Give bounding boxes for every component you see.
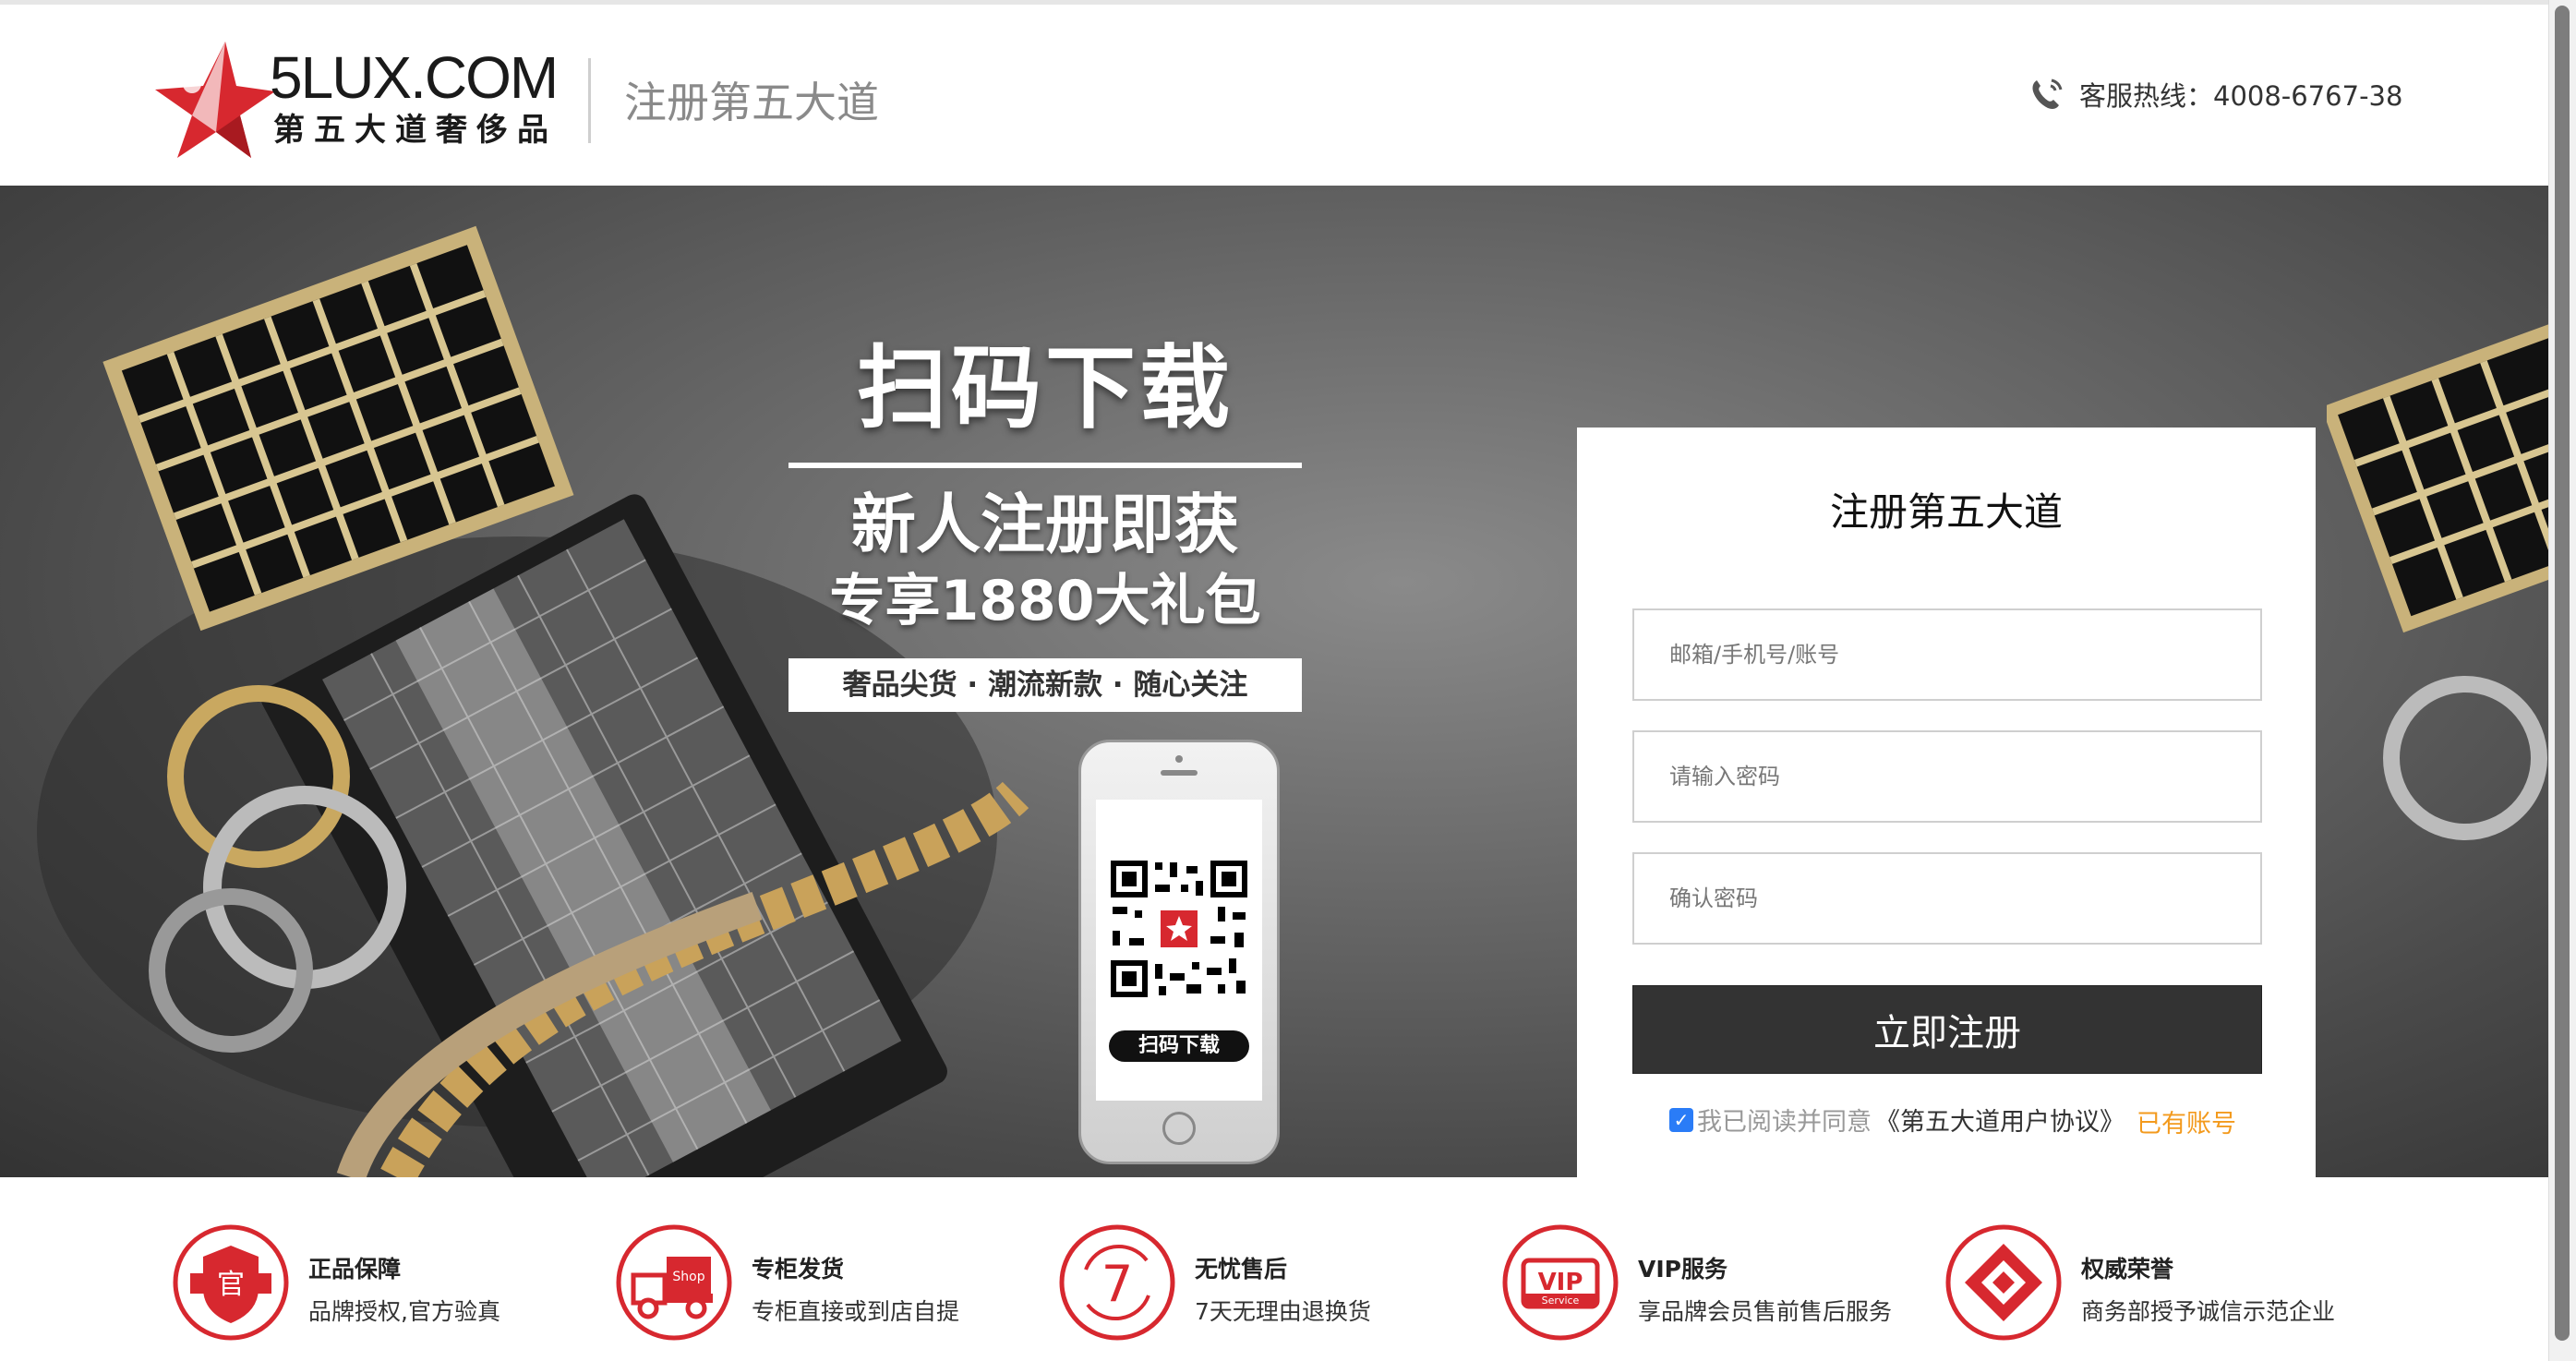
account-input[interactable] [1632, 608, 2262, 701]
phone-speaker [1161, 770, 1198, 776]
logo-wordmark: 5LUX.COM [270, 44, 559, 111]
existing-account-link[interactable]: 已有账号 [2137, 1103, 2236, 1139]
feature-title: 专柜发货 [752, 1256, 845, 1283]
scan-download-title: 扫码下载 [856, 336, 1234, 441]
header-divider [588, 58, 591, 143]
agreement-row: ✓ 我已阅读并同意 《第五大道用户协议》 [1669, 1102, 2125, 1138]
logo-subtitle: 第五大道奢侈品 [273, 112, 558, 149]
seven-days-icon: 7 [1059, 1224, 1175, 1341]
feature-desc: 7天无理由退换货 [1195, 1298, 1371, 1325]
phone-camera [1175, 755, 1183, 763]
feature-title: VIP服务 [1638, 1256, 1727, 1283]
promo-headline: 新人注册即获 [851, 487, 1239, 562]
hotline-text: 客服热线：4008-6767-38 [2079, 80, 2403, 112]
vertical-scrollbar[interactable] [2548, 0, 2576, 1361]
phone-home-button [1162, 1112, 1196, 1145]
password-input[interactable] [1632, 730, 2262, 823]
service-features-bar: 官 正品保障 品牌授权,官方验真 Shop 专柜发货 专柜直接或到店自提 7 无… [0, 1177, 2548, 1361]
site-logo[interactable]: 5LUX.COM 第五大道奢侈品 [155, 36, 561, 173]
promo-tagline: 奢品尖货 · 潮流新款 · 随心关注 [788, 658, 1302, 712]
site-header: 5LUX.COM 第五大道奢侈品 注册第五大道 客服热线：4008-6767-3… [0, 5, 2548, 186]
svg-text:Shop: Shop [672, 1270, 704, 1284]
star-logo-icon [155, 42, 275, 158]
feature-desc: 享品牌会员售前售后服务 [1638, 1298, 1893, 1325]
promo-divider [788, 463, 1302, 468]
svg-text:官: 官 [217, 1269, 245, 1301]
honor-icon [1945, 1224, 2062, 1341]
agree-text: 我已阅读并同意 [1697, 1108, 1872, 1137]
agree-checkbox[interactable]: ✓ [1669, 1107, 1693, 1132]
page-title: 注册第五大道 [624, 78, 879, 127]
gold-box-partial-image [2327, 312, 2548, 840]
scrollbar-thumb[interactable] [2555, 6, 2570, 1341]
phone-icon [2032, 78, 2063, 109]
register-card: 注册第五大道 立即注册 ✓ 我已阅读并同意 《第五大道用户协议》 已有账号 [1577, 428, 2316, 1177]
customer-hotline: 客服热线：4008-6767-38 [2028, 75, 2402, 114]
promo-text-block: 扫码下载 新人注册即获 专享1880大礼包 奢品尖货 · 潮流新款 · 随心关注 [788, 333, 1302, 712]
agreement-link[interactable]: 《第五大道用户协议》 [1875, 1102, 2125, 1138]
confirm-password-input[interactable] [1632, 852, 2262, 945]
promo-gift: 专享1880大礼包 [829, 569, 1261, 633]
promo-banner: 扫码下载 新人注册即获 专享1880大礼包 奢品尖货 · 潮流新款 · 随心关注 [0, 186, 2548, 1177]
feature-title: 权威荣誉 [2081, 1256, 2174, 1283]
register-button[interactable]: 立即注册 [1632, 985, 2262, 1074]
official-badge-icon: 官 [173, 1224, 289, 1341]
feature-title: 无忧售后 [1195, 1256, 1288, 1283]
register-title: 注册第五大道 [1829, 489, 2063, 535]
qr-download-label: 扫码下载 [1109, 1030, 1249, 1062]
feature-desc: 品牌授权,官方验真 [308, 1298, 500, 1325]
phone-mockup: 扫码下载 [1078, 740, 1280, 1164]
svg-text:Service: Service [1542, 1295, 1580, 1307]
feature-desc: 商务部授予诚信示范企业 [2081, 1298, 2336, 1325]
feature-desc: 专柜直接或到店自提 [752, 1298, 960, 1325]
shop-truck-icon: Shop [616, 1224, 732, 1341]
phone-screen: 扫码下载 [1096, 800, 1262, 1101]
svg-text:VIP: VIP [1538, 1269, 1583, 1296]
qr-code-icon[interactable] [1107, 857, 1251, 1001]
vip-service-icon: VIP Service [1502, 1224, 1619, 1341]
feature-title: 正品保障 [308, 1256, 402, 1283]
svg-text:7: 7 [1101, 1255, 1133, 1313]
